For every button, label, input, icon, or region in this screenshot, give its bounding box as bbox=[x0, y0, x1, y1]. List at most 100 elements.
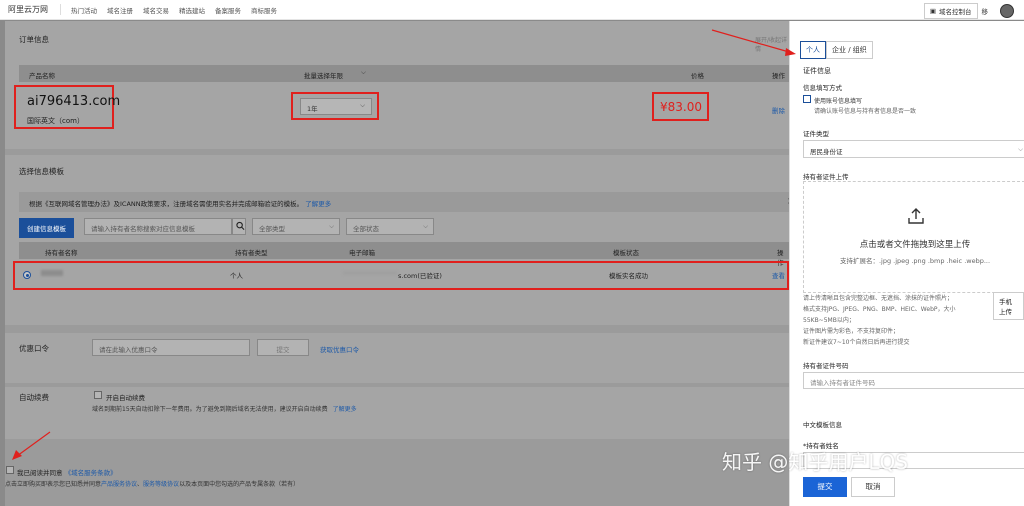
notice-text: 根据《互联网域名管理办法》及ICANN政策要求，注册域名需使用实名并完成邮箱验证… bbox=[29, 200, 304, 208]
use-account-checkbox[interactable] bbox=[803, 95, 811, 103]
delete-link[interactable]: 删除 bbox=[772, 105, 785, 115]
nav-link-trade[interactable]: 域名交易 bbox=[143, 5, 169, 15]
holder-type-tabs: 个人 企业 / 组织 bbox=[800, 41, 873, 59]
main-page: 订单信息 展开/收起详情 产品名称 批量选择年限 ⌵ 价格 操作 ai79641… bbox=[5, 21, 795, 506]
row-holder-type: 个人 bbox=[230, 272, 243, 280]
col-action: 操作 bbox=[772, 72, 785, 80]
autorenew-desc: 域名到期前15天自动扣除下一年费用。为了避免到期后域名无法使用，建议开启自动续费… bbox=[92, 404, 357, 413]
template-section-title: 选择信息模板 bbox=[19, 167, 64, 176]
upload-rule: 请上传清晰且包含完整边框、无遮挡、涂抹的证件照片； bbox=[803, 295, 954, 302]
view-template-link[interactable]: 查看 bbox=[772, 270, 785, 280]
col-years: 批量选择年限 bbox=[304, 72, 343, 80]
nav-link-register[interactable]: 域名注册 bbox=[107, 5, 133, 15]
row-email: s.com(已验证) bbox=[398, 272, 442, 280]
phone-upload-button[interactable]: 手机上传 bbox=[993, 292, 1024, 320]
col-price: 价格 bbox=[691, 72, 704, 80]
blurred-holder-name bbox=[41, 270, 63, 276]
status-filter-select[interactable]: 全部状态 ⌵ bbox=[346, 218, 434, 235]
year-value: 1年 bbox=[307, 105, 318, 113]
autorenew-checkbox-label: 开启自动续费 bbox=[106, 394, 145, 402]
cancel-button[interactable]: 取消 bbox=[851, 477, 895, 497]
order-section-title: 订单信息 bbox=[19, 35, 49, 44]
status-filter-value: 全部状态 bbox=[353, 225, 379, 233]
coupon-input[interactable]: 请在此输入优惠口令 bbox=[92, 339, 250, 356]
top-nav: 阿里云万网 热门活动 域名注册 域名交易 精选建站 备案服务 商标服务 ▣ 域名… bbox=[0, 0, 1024, 20]
console-label: 域名控制台 bbox=[939, 8, 972, 16]
console-icon: ▣ bbox=[929, 7, 936, 15]
create-template-button[interactable]: 创建信息模板 bbox=[19, 218, 74, 238]
cert-no-label: 持有者证件号码 bbox=[803, 362, 849, 370]
product-agreement-link[interactable]: 产品服务协议 bbox=[101, 481, 137, 488]
coupon-submit-button[interactable]: 提交 bbox=[257, 339, 309, 356]
purchase-footer: 点击立即购买即表示您已知悉并同意产品服务协议、服务等级协议以及本页面中您勾选的产… bbox=[5, 479, 299, 488]
terms-link[interactable]: 《域名服务条款》 bbox=[65, 469, 117, 477]
template-search-input[interactable]: 请输入持有者名称搜索对应信息模板 bbox=[84, 218, 232, 235]
cert-upload-dropzone[interactable]: 点击或者文件拖拽到这里上传 支持扩展名：.jpg .jpeg .png .bmp… bbox=[803, 181, 1024, 293]
type-filter-select[interactable]: 全部类型 ⌵ bbox=[252, 218, 340, 235]
upload-rule: 新证件建议7~10个自然日后再进行提交 bbox=[803, 339, 910, 346]
upload-rule: 格式支持JPG、JPEG、PNG、BMP、HEIC、WebP，大小 bbox=[803, 306, 956, 313]
domain-name: ai796413.com bbox=[27, 94, 121, 109]
agreement-text: 我已阅读并同意 《域名服务条款》 bbox=[17, 467, 117, 477]
footer-prefix: 点击立即购买即表示您已知悉并同意 bbox=[5, 481, 102, 488]
chevron-down-icon: ⌵ bbox=[1018, 145, 1023, 153]
order-table-header: 产品名称 批量选择年限 ⌵ 价格 操作 bbox=[19, 65, 789, 82]
nav-link-trademark[interactable]: 商标服务 bbox=[251, 5, 277, 15]
nav-link-hot[interactable]: 热门活动 bbox=[71, 5, 97, 15]
sla-link[interactable]: 服务等级协议 bbox=[143, 481, 179, 488]
submit-button[interactable]: 提交 bbox=[803, 477, 847, 497]
coupon-label: 优惠口令 bbox=[19, 344, 49, 353]
col-product: 产品名称 bbox=[29, 72, 55, 80]
upload-rule: 证件图片需为彩色，不支持复印件； bbox=[803, 328, 900, 335]
notice-learn-more[interactable]: 了解更多 bbox=[305, 200, 331, 208]
nav-links: 热门活动 域名注册 域名交易 精选建站 备案服务 商标服务 bbox=[71, 5, 277, 15]
cert-type-label: 证件类型 bbox=[803, 130, 829, 138]
top-right-actions: ▣ 域名控制台 移 bbox=[923, 3, 989, 19]
upload-hint: 支持扩展名：.jpg .jpeg .png .bmp .heic .webp..… bbox=[839, 257, 991, 265]
site-logo[interactable]: 阿里云万网 bbox=[8, 4, 61, 15]
chevron-down-icon: ⌵ bbox=[360, 101, 365, 109]
year-select[interactable]: 1年 ⌵ bbox=[300, 98, 372, 115]
avatar[interactable] bbox=[1000, 4, 1014, 18]
get-coupon-link[interactable]: 获取优惠口令 bbox=[320, 344, 359, 354]
agreement-label: 我已阅读并同意 bbox=[17, 469, 63, 477]
use-account-label: 使用账号信息填写 bbox=[814, 98, 863, 105]
order-price: ¥83.00 bbox=[660, 100, 702, 114]
order-right-hint[interactable]: 展开/收起详情 bbox=[755, 35, 789, 53]
cert-no-input[interactable]: 请输入持有者证件号码 bbox=[803, 372, 1024, 389]
upload-rule: 55KB~5MB以内； bbox=[803, 317, 855, 324]
agreement-checkbox[interactable] bbox=[6, 466, 14, 474]
template-notice: 根据《互联网域名管理办法》及ICANN政策要求，注册域名需使用实名并完成邮箱验证… bbox=[19, 192, 795, 212]
holder-info-drawer: 个人 企业 / 组织 证件信息 信息填写方式 使用账号信息填写 请确认账号信息与… bbox=[789, 21, 1024, 506]
order-panel bbox=[5, 21, 789, 149]
col-holder-type: 持有者类型 bbox=[235, 249, 268, 257]
chevron-down-icon[interactable]: ⌵ bbox=[361, 68, 366, 77]
nav-link-icp[interactable]: 备案服务 bbox=[215, 5, 241, 15]
top-right-partial: 移 bbox=[981, 8, 989, 16]
tab-enterprise[interactable]: 企业 / 组织 bbox=[826, 41, 873, 59]
template-table-header: 持有者名称 持有者类型 电子邮箱 模板状态 操作 bbox=[19, 242, 789, 267]
zhihu-watermark: 知乎 @知乎用户LQS bbox=[722, 450, 908, 474]
template-radio[interactable] bbox=[23, 271, 31, 279]
footer-suffix: 以及本页面中您勾选的产品专属条款（若有） bbox=[179, 481, 300, 488]
fill-method-label: 信息填写方式 bbox=[803, 84, 842, 92]
blurred-email bbox=[343, 271, 397, 275]
cert-type-select[interactable]: 居民身份证 ⌵ bbox=[803, 140, 1024, 158]
cert-info-heading: 证件信息 bbox=[803, 67, 831, 75]
cert-type-value: 居民身份证 bbox=[810, 148, 843, 156]
search-icon[interactable] bbox=[232, 218, 246, 235]
tab-personal[interactable]: 个人 bbox=[800, 41, 826, 59]
upload-icon bbox=[908, 208, 924, 224]
autorenew-label: 自动续费 bbox=[19, 393, 49, 402]
domain-console-button[interactable]: ▣ 域名控制台 bbox=[923, 3, 978, 19]
upload-title: 点击或者文件拖拽到这里上传 bbox=[859, 240, 971, 250]
domain-suffix-type: 国际英文（com） bbox=[27, 117, 84, 125]
autorenew-learn-more[interactable]: 了解更多 bbox=[333, 406, 357, 413]
row-status: 模板实名成功 bbox=[609, 272, 648, 280]
autorenew-desc-text: 域名到期前15天自动扣除下一年费用。为了避免到期后域名无法使用，建议开启自动续费 bbox=[92, 406, 328, 413]
upload-label: 持有者证件上传 bbox=[803, 173, 849, 181]
type-filter-value: 全部类型 bbox=[259, 225, 285, 233]
nav-link-site[interactable]: 精选建站 bbox=[179, 5, 205, 15]
autorenew-checkbox[interactable] bbox=[94, 391, 102, 399]
template-panel bbox=[5, 155, 789, 325]
